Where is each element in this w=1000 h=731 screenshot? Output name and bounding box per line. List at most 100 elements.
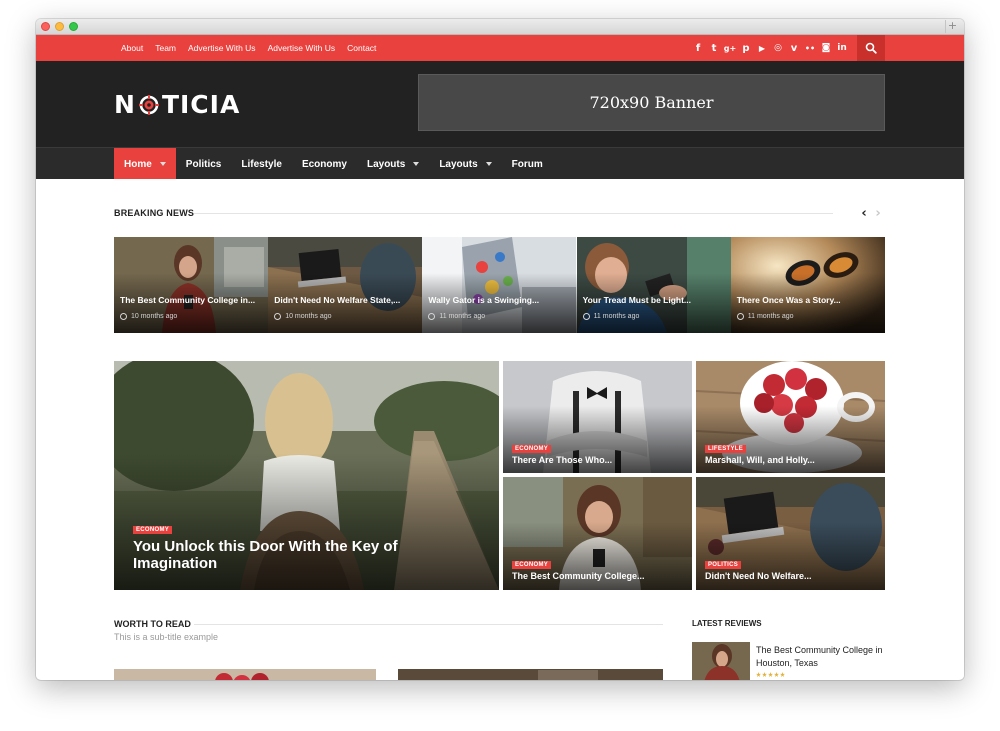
youtube-icon[interactable]: ▶ — [754, 44, 770, 53]
instagram-icon[interactable]: ◙ — [818, 43, 834, 53]
nav-item-layouts[interactable]: Layouts — [357, 148, 429, 180]
chevron-down-icon — [485, 162, 492, 166]
nav-item-label: Economy — [301, 158, 347, 170]
category-badge[interactable]: LIFESTYLE — [705, 445, 747, 453]
nav-item-politics[interactable]: Politics — [176, 148, 232, 180]
ad-banner[interactable]: 720x90 Banner — [418, 74, 885, 131]
clock-icon — [428, 313, 436, 320]
linkedin-icon[interactable]: in — [834, 43, 850, 53]
maximize-window-button[interactable] — [69, 22, 78, 31]
vimeo-icon[interactable]: v — [786, 43, 802, 54]
worth-to-read-subtitle: This is a sub-title example — [114, 632, 219, 642]
nav-item-label: Layouts — [366, 158, 406, 170]
review-item[interactable]: The Best Community College in Houston, T… — [692, 642, 885, 680]
review-thumbnail[interactable] — [692, 642, 750, 680]
photo-dark-scene — [538, 670, 598, 680]
breaking-news-card[interactable]: The Best Community College in... 10 mont… — [114, 237, 269, 333]
logo-text-right: TICIA — [161, 89, 241, 119]
featured-tile[interactable]: POLITICS Didn't Need No Welfare... — [696, 477, 885, 590]
nav-item-label: Politics — [185, 158, 222, 170]
featured-main-title[interactable]: You Unlock this Door With the Key of Ima… — [133, 538, 433, 572]
article-thumbnail[interactable] — [114, 669, 376, 680]
card-title[interactable]: There Once Was a Story... — [737, 295, 879, 306]
featured-tile[interactable]: LIFESTYLE Marshall, Will, and Holly... — [696, 361, 885, 473]
review-title[interactable]: The Best Community College in Houston, T… — [756, 644, 886, 670]
new-tab-button[interactable]: + — [945, 20, 959, 33]
breaking-news-title: BREAKING NEWS — [114, 208, 195, 218]
top-link-contact[interactable]: Contact — [347, 43, 376, 53]
google-plus-icon[interactable]: g+ — [722, 44, 738, 53]
card-time: 11 months ago — [582, 313, 639, 320]
breaking-news-card[interactable]: There Once Was a Story... 11 months ago — [730, 237, 885, 333]
featured-tile-title[interactable]: Marshall, Will, and Holly... — [705, 455, 815, 465]
clock-icon — [120, 313, 127, 320]
top-link-advertise-2[interactable]: Advertise With Us — [268, 43, 336, 53]
card-title[interactable]: Your Tread Must be Light... — [583, 295, 725, 306]
category-badge[interactable]: POLITICS — [705, 561, 742, 569]
photo-woman-review — [692, 642, 750, 680]
clock-icon — [736, 313, 744, 320]
section-divider — [194, 213, 833, 214]
category-badge[interactable]: ECONOMY — [512, 445, 552, 453]
main-content: BREAKING NEWS ‹ › The Best Community Col… — [36, 179, 964, 680]
logo-target-icon — [138, 93, 160, 115]
nav-item-label: Layouts — [439, 158, 478, 170]
category-badge[interactable]: ECONOMY — [133, 526, 173, 534]
card-time: 10 months ago — [120, 313, 177, 320]
search-icon — [865, 42, 877, 54]
top-bar: About Team Advertise With Us Advertise W… — [36, 35, 964, 61]
facebook-icon[interactable]: f — [690, 43, 706, 54]
breaking-news-card[interactable]: Didn't Need No Welfare State,... 10 mont… — [268, 237, 423, 333]
star-icon — [756, 672, 761, 677]
worth-to-read-thumbnails — [114, 669, 663, 680]
nav-item-economy[interactable]: Economy — [292, 148, 357, 180]
featured-tile-title[interactable]: Didn't Need No Welfare... — [705, 571, 812, 581]
featured-tile[interactable]: ECONOMY The Best Community College... — [503, 477, 692, 590]
next-arrow-icon[interactable]: › — [871, 206, 885, 221]
star-icon — [768, 672, 773, 677]
logo-text-left: N — [114, 89, 136, 119]
top-link-about[interactable]: About — [121, 43, 143, 53]
chevron-down-icon — [413, 162, 420, 166]
nav-item-forum[interactable]: Forum — [502, 148, 553, 180]
card-title[interactable]: Wally Gator is a Swinging... — [428, 295, 570, 306]
featured-grid: ECONOMY You Unlock this Door With the Ke… — [114, 361, 885, 590]
featured-main-tile[interactable]: ECONOMY You Unlock this Door With the Ke… — [114, 361, 499, 590]
search-button[interactable] — [857, 35, 885, 61]
close-window-button[interactable] — [41, 22, 50, 31]
nav-item-label: Lifestyle — [241, 158, 282, 170]
top-link-team[interactable]: Team — [155, 43, 176, 53]
clock-icon — [274, 313, 282, 320]
nav-item-layouts-2[interactable]: Layouts — [429, 148, 501, 180]
category-badge[interactable]: ECONOMY — [512, 561, 552, 569]
latest-reviews-title: LATEST REVIEWS — [692, 619, 762, 628]
featured-tile[interactable]: ECONOMY There Are Those Who... — [503, 361, 692, 473]
card-title[interactable]: The Best Community College in... — [120, 295, 262, 306]
featured-tile-title[interactable]: There Are Those Who... — [512, 455, 612, 465]
breaking-news-card[interactable]: Wally Gator is a Swinging... 11 months a… — [422, 237, 577, 333]
article-thumbnail[interactable] — [398, 669, 663, 680]
star-icon — [774, 672, 779, 677]
dribbble-icon[interactable]: ◎ — [770, 43, 786, 53]
featured-tile-title[interactable]: The Best Community College... — [512, 571, 645, 581]
card-time-text: 10 months ago — [131, 313, 178, 320]
worth-to-read-header: WORTH TO READ This is a sub-title exampl… — [114, 619, 663, 642]
twitter-icon[interactable]: t — [706, 43, 722, 54]
clock-icon — [582, 313, 590, 320]
site-logo[interactable]: N TICIA — [114, 89, 241, 119]
star-icon — [762, 672, 767, 677]
breaking-news-card[interactable]: Your Tread Must be Light... 11 months ag… — [576, 237, 731, 333]
prev-arrow-icon[interactable]: ‹ — [857, 206, 871, 221]
card-time-text: 10 months ago — [285, 313, 332, 320]
pinterest-icon[interactable]: p — [738, 43, 754, 54]
card-time: 11 months ago — [736, 313, 794, 320]
site-header: N TICIA 720x90 Banner — [36, 61, 964, 147]
minimize-window-button[interactable] — [55, 22, 64, 31]
nav-item-lifestyle[interactable]: Lifestyle — [231, 148, 292, 180]
photo-raspberries — [215, 673, 269, 680]
nav-item-home[interactable]: Home — [114, 148, 176, 180]
card-title[interactable]: Didn't Need No Welfare State,... — [274, 295, 416, 306]
top-link-advertise[interactable]: Advertise With Us — [188, 43, 256, 53]
card-time-text: 11 months ago — [439, 313, 486, 320]
flickr-icon[interactable]: •• — [802, 44, 818, 53]
